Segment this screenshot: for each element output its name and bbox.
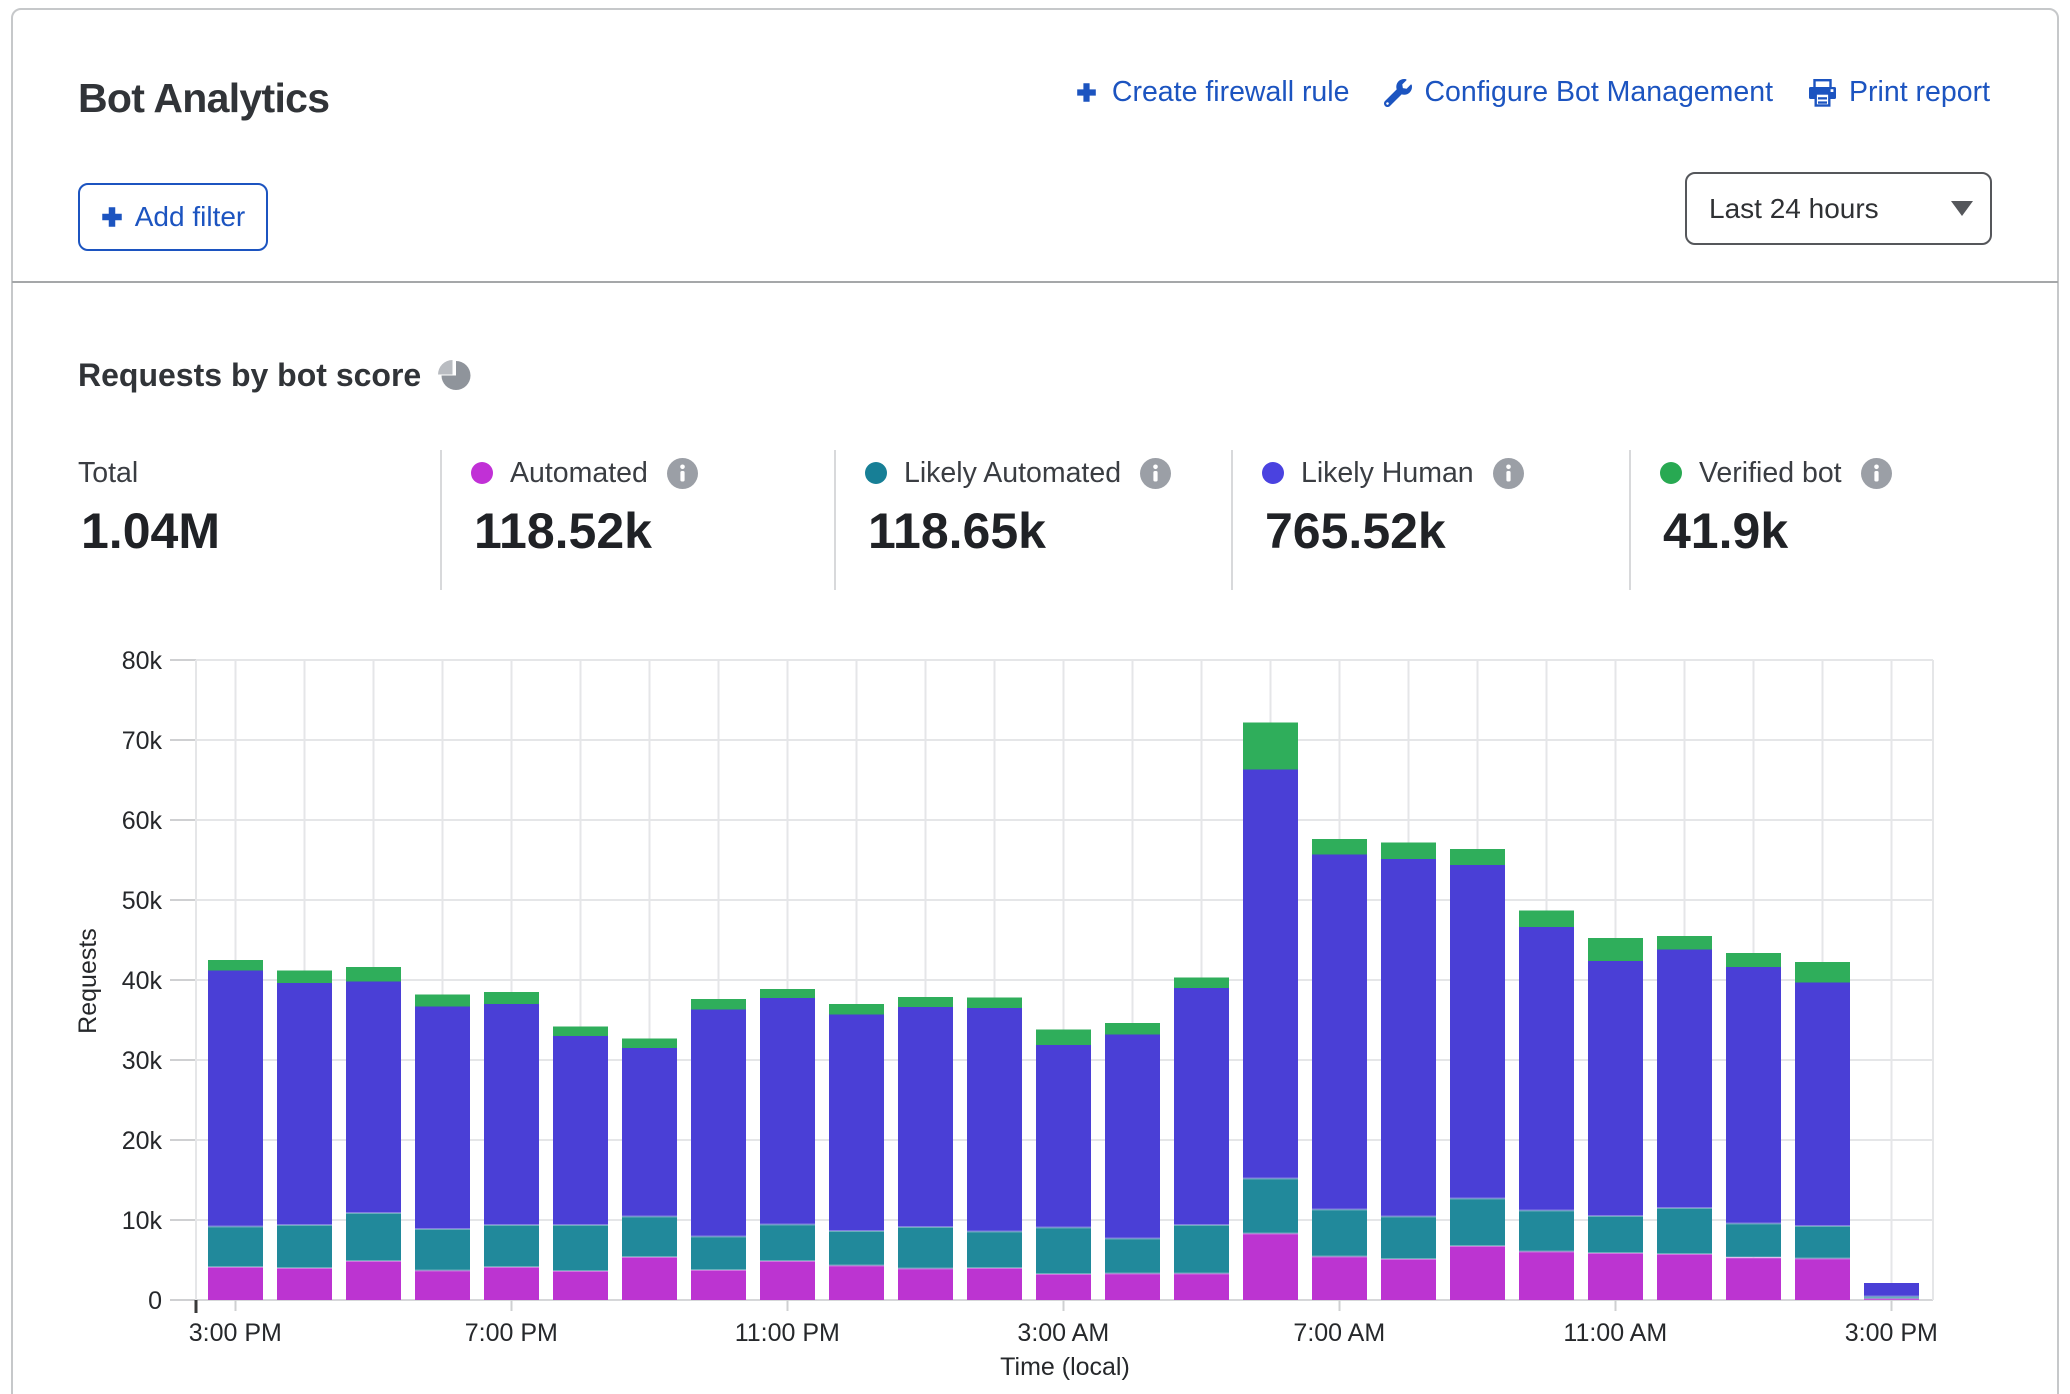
svg-text:70k: 70k (122, 727, 163, 755)
svg-text:3:00 PM: 3:00 PM (189, 1319, 282, 1347)
svg-text:20k: 20k (122, 1127, 163, 1155)
svg-text:50k: 50k (122, 887, 163, 915)
svg-text:3:00 PM: 3:00 PM (1845, 1319, 1938, 1347)
svg-text:7:00 AM: 7:00 AM (1293, 1319, 1385, 1347)
svg-text:11:00 PM: 11:00 PM (735, 1319, 840, 1347)
svg-text:Requests: Requests (74, 928, 102, 1034)
svg-text:80k: 80k (122, 647, 163, 675)
svg-text:40k: 40k (122, 967, 163, 995)
svg-text:0: 0 (148, 1287, 162, 1315)
svg-text:7:00 PM: 7:00 PM (465, 1319, 558, 1347)
svg-text:3:00 AM: 3:00 AM (1017, 1319, 1109, 1347)
svg-text:60k: 60k (122, 807, 163, 835)
svg-text:30k: 30k (122, 1047, 163, 1075)
svg-text:Time (local): Time (local) (1000, 1353, 1130, 1381)
svg-text:11:00 AM: 11:00 AM (1563, 1319, 1667, 1347)
svg-text:10k: 10k (122, 1207, 163, 1235)
